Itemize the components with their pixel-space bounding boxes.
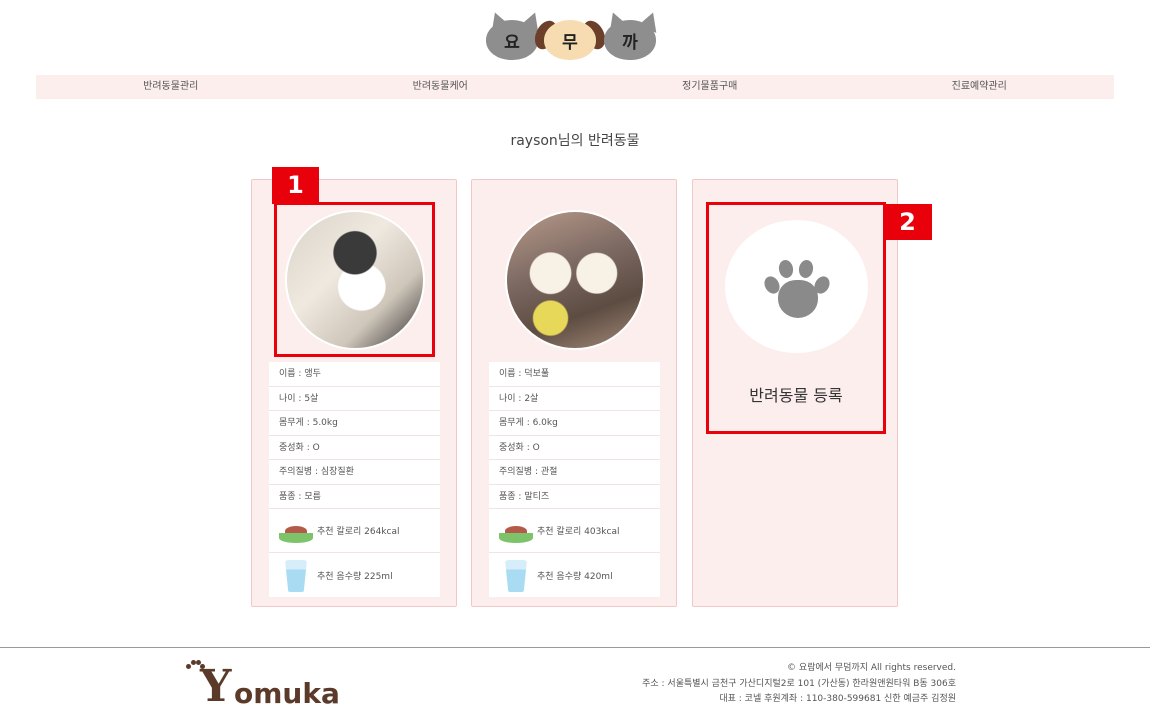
recommended-water: 추천 음수량 225ml — [269, 553, 440, 597]
page-title: rayson님의 반려동물 — [510, 133, 640, 149]
site-logo[interactable]: 요 무 까 — [484, 9, 663, 62]
water-cup-icon — [279, 558, 313, 592]
copyright-text: © 요람에서 무덤까지 All rights reserved. — [787, 663, 956, 673]
main-nav: 반려동물관리 반려동물케어 정기물품구매 진료예약관리 — [36, 75, 1114, 99]
nav-item-subscription[interactable]: 정기물품구매 — [575, 75, 845, 99]
nav-item-pet-management[interactable]: 반려동물관리 — [36, 75, 306, 99]
address-text: 주소 : 서울특별시 금천구 가산디지털2로 101 (가산동) 한라원앤원타워… — [642, 678, 956, 689]
pet-neutered: 중성화 : O — [269, 436, 440, 460]
pet-breed: 품종 : 모름 — [269, 485, 440, 509]
brand-name: omuka — [234, 677, 340, 710]
annotation-label-1: 1 — [272, 167, 319, 204]
food-bowl-icon — [279, 514, 313, 548]
logo-char: 무 — [562, 33, 578, 53]
representative-text: 대표 : 코넬 후원계좌 : 110-380-599681 신한 예금주 김정원 — [719, 694, 956, 704]
annotation-box-1 — [274, 202, 435, 357]
footer-divider — [0, 647, 1150, 648]
nav-item-pet-care[interactable]: 반려동물케어 — [306, 75, 576, 99]
pet-weight: 몸무게 : 5.0kg — [269, 411, 440, 436]
recommended-water: 추천 음수량 420ml — [489, 553, 660, 597]
pet-info: 이름 : 앵두 나이 : 5살 몸무게 : 5.0kg 중성화 : O 주의질병… — [269, 362, 440, 597]
pet-age: 나이 : 2살 — [489, 387, 660, 411]
water-cup-icon — [499, 558, 533, 592]
pet-disease: 주의질병 : 심장질환 — [269, 460, 440, 485]
pet-name: 이름 : 앵두 — [269, 362, 440, 387]
footer-info: © 요람에서 무덤까지 All rights reserved. 주소 : 서울… — [642, 661, 956, 708]
calorie-text: 추천 칼로리 403kcal — [537, 527, 620, 537]
pet-age: 나이 : 5살 — [269, 387, 440, 411]
logo-char: 요 — [504, 33, 520, 53]
pet-card: 이름 : 덕보풀 나이 : 2살 몸무게 : 6.0kg 중성화 : O 주의질… — [471, 179, 677, 607]
pet-weight: 몸무게 : 6.0kg — [489, 411, 660, 436]
annotation-box-2 — [706, 202, 886, 434]
pet-photo[interactable] — [505, 210, 645, 350]
water-text: 추천 음수량 225ml — [317, 571, 393, 582]
brand-initial: Y — [200, 661, 232, 712]
food-bowl-icon — [499, 514, 533, 548]
pet-name: 이름 : 덕보풀 — [489, 362, 660, 387]
recommended-calorie: 추천 칼로리 403kcal — [489, 509, 660, 553]
logo-char: 까 — [622, 33, 638, 53]
recommended-calorie: 추천 칼로리 264kcal — [269, 509, 440, 553]
pet-neutered: 중성화 : O — [489, 436, 660, 460]
pet-disease: 주의질병 : 관절 — [489, 460, 660, 485]
pet-breed: 품종 : 말티즈 — [489, 485, 660, 509]
nav-item-appointment[interactable]: 진료예약관리 — [845, 75, 1115, 99]
water-text: 추천 음수량 420ml — [537, 571, 613, 582]
calorie-text: 추천 칼로리 264kcal — [317, 527, 400, 537]
pet-info: 이름 : 덕보풀 나이 : 2살 몸무게 : 6.0kg 중성화 : O 주의질… — [489, 362, 660, 597]
annotation-label-2: 2 — [883, 204, 932, 240]
